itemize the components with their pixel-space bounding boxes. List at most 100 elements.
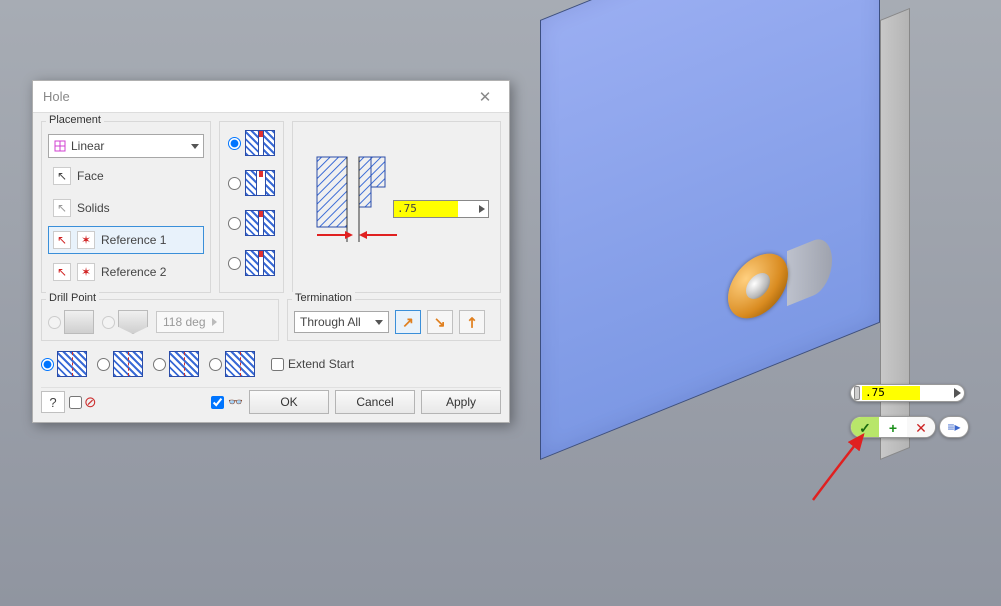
pick-reference-2-button[interactable]: ↖ ✶ Reference 2 xyxy=(48,258,204,286)
hole-type-spotface[interactable] xyxy=(228,250,275,276)
drill-point-legend: Drill Point xyxy=(46,292,99,304)
drill-point-flat-icon xyxy=(64,310,94,334)
placement-mode-combo[interactable]: Linear xyxy=(48,134,204,158)
hole-diagram: .75 xyxy=(292,121,501,293)
hole-type-countersink-radio[interactable] xyxy=(228,217,241,230)
pick-solids-label: Solids xyxy=(77,201,110,215)
drill-point-angled[interactable] xyxy=(102,310,148,334)
hole-type-countersink[interactable] xyxy=(228,210,275,236)
drill-point-angled-radio xyxy=(102,316,115,329)
arrow-ne-icon: ↗ xyxy=(402,314,414,331)
pick-ref1-label: Reference 1 xyxy=(101,233,166,247)
arrow-both-icon: ↗ xyxy=(462,312,482,332)
dialog-title: Hole xyxy=(43,89,70,104)
direction-2-button[interactable]: ↗ xyxy=(427,310,453,334)
hole-type-simple-icon xyxy=(245,130,275,156)
accept-button[interactable]: ✓ xyxy=(851,417,879,438)
preview-toggle[interactable]: 👓 xyxy=(211,395,243,409)
hole-type-countersink-icon xyxy=(245,210,275,236)
hole-style-3-icon xyxy=(169,351,199,377)
hole-style-2[interactable] xyxy=(97,351,143,377)
hole-style-1-radio[interactable] xyxy=(41,358,54,371)
dimension-icon: ✶ xyxy=(77,231,95,249)
termination-mode-combo[interactable]: Through All xyxy=(294,311,389,333)
drill-point-group: Drill Point 118 deg xyxy=(41,299,279,341)
cursor-icon: ↖ xyxy=(53,263,71,281)
chevron-down-icon xyxy=(191,144,199,149)
viewport-3d[interactable] xyxy=(540,20,980,570)
termination-mode-value: Through All xyxy=(300,315,361,329)
hole-type-counterbore-icon xyxy=(245,170,275,196)
hole-type-spotface-radio[interactable] xyxy=(228,257,241,270)
hole-style-4[interactable] xyxy=(209,351,255,377)
forbid-icon: ⊘ xyxy=(84,393,97,411)
placement-mode-value: Linear xyxy=(71,139,104,153)
more-options-button[interactable]: ≡▸ xyxy=(939,416,969,438)
viewport-diameter-input[interactable]: .75 xyxy=(850,384,965,402)
chevron-down-icon xyxy=(375,320,383,325)
preview-toggle-check[interactable] xyxy=(211,396,224,409)
extend-start-checkbox[interactable]: Extend Start xyxy=(271,357,354,371)
hole-style-3-radio[interactable] xyxy=(153,358,166,371)
cancel-button[interactable]: Cancel xyxy=(335,390,415,414)
hole-style-1[interactable] xyxy=(41,351,87,377)
cancel-feature-button[interactable]: ✕ xyxy=(907,417,935,438)
hole-type-counterbore[interactable] xyxy=(228,170,275,196)
dimension-icon: ✶ xyxy=(77,263,95,281)
expand-right-icon xyxy=(212,318,217,326)
pick-ref2-label: Reference 2 xyxy=(101,265,166,279)
hole-dialog: Hole ✕ Placement Linear ↖ Face ↖ Solids xyxy=(32,80,510,423)
hole-type-simple[interactable] xyxy=(228,130,275,156)
direction-1-button[interactable]: ↗ xyxy=(395,310,421,334)
viewport-action-buttons: ✓ + ✕ ≡▸ xyxy=(850,416,969,438)
pick-face-button[interactable]: ↖ Face xyxy=(48,162,204,190)
pick-face-label: Face xyxy=(77,169,104,183)
ok-button[interactable]: OK xyxy=(249,390,329,414)
direction-both-button[interactable]: ↗ xyxy=(459,310,485,334)
hole-diameter-input[interactable]: .75 xyxy=(393,200,489,218)
pick-reference-1-button[interactable]: ↖ ✶ Reference 1 xyxy=(48,226,204,254)
glasses-icon: 👓 xyxy=(228,395,243,409)
hole-type-simple-radio[interactable] xyxy=(228,137,241,150)
help-button[interactable]: ? xyxy=(41,391,65,413)
drill-point-angle-value: 118 deg xyxy=(163,315,206,329)
dialog-titlebar[interactable]: Hole ✕ xyxy=(33,81,509,113)
hole-style-4-icon xyxy=(225,351,255,377)
placement-group: Placement Linear ↖ Face ↖ Solids ↖ ✶ xyxy=(41,121,211,293)
plate-front-face[interactable] xyxy=(540,0,880,460)
hole-style-1-icon xyxy=(57,351,87,377)
expand-right-icon[interactable] xyxy=(954,388,961,398)
cursor-icon: ↖ xyxy=(53,199,71,217)
viewport-diameter-value[interactable]: .75 xyxy=(862,386,920,400)
hole-diameter-value[interactable]: .75 xyxy=(394,201,458,217)
extend-start-check-input[interactable] xyxy=(271,358,284,371)
hole-type-counterbore-radio[interactable] xyxy=(228,177,241,190)
termination-group: Termination Through All ↗ ↗ ↗ xyxy=(287,299,501,341)
drill-point-angle-input: 118 deg xyxy=(156,311,224,333)
apply-button[interactable]: Apply xyxy=(421,390,501,414)
close-icon[interactable]: ✕ xyxy=(471,83,499,111)
hole-style-2-radio[interactable] xyxy=(97,358,110,371)
hole-style-selector xyxy=(41,347,255,381)
hole-style-2-icon xyxy=(113,351,143,377)
placement-legend: Placement xyxy=(46,114,104,126)
pick-solids-button[interactable]: ↖ Solids xyxy=(48,194,204,222)
hole-type-spotface-icon xyxy=(245,250,275,276)
termination-legend: Termination xyxy=(292,292,355,304)
hole-style-3[interactable] xyxy=(153,351,199,377)
drill-point-flat[interactable] xyxy=(48,310,94,334)
linear-icon xyxy=(53,139,67,153)
expand-right-icon[interactable] xyxy=(479,205,485,213)
cursor-icon: ↖ xyxy=(53,231,71,249)
accept-and-repeat-button[interactable]: + xyxy=(879,417,907,438)
suppress-toggle-check[interactable] xyxy=(69,396,82,409)
drill-point-angled-icon xyxy=(118,310,148,334)
drill-point-flat-radio xyxy=(48,316,61,329)
hole-type-selector xyxy=(219,121,284,293)
extend-start-label: Extend Start xyxy=(288,357,354,371)
dialog-footer: ? ⊘ 👓 OK Cancel Apply xyxy=(41,387,501,414)
suppress-toggle[interactable]: ⊘ xyxy=(69,393,97,411)
slider-knob-left-icon[interactable] xyxy=(854,386,860,400)
hole-style-4-radio[interactable] xyxy=(209,358,222,371)
cursor-icon: ↖ xyxy=(53,167,71,185)
